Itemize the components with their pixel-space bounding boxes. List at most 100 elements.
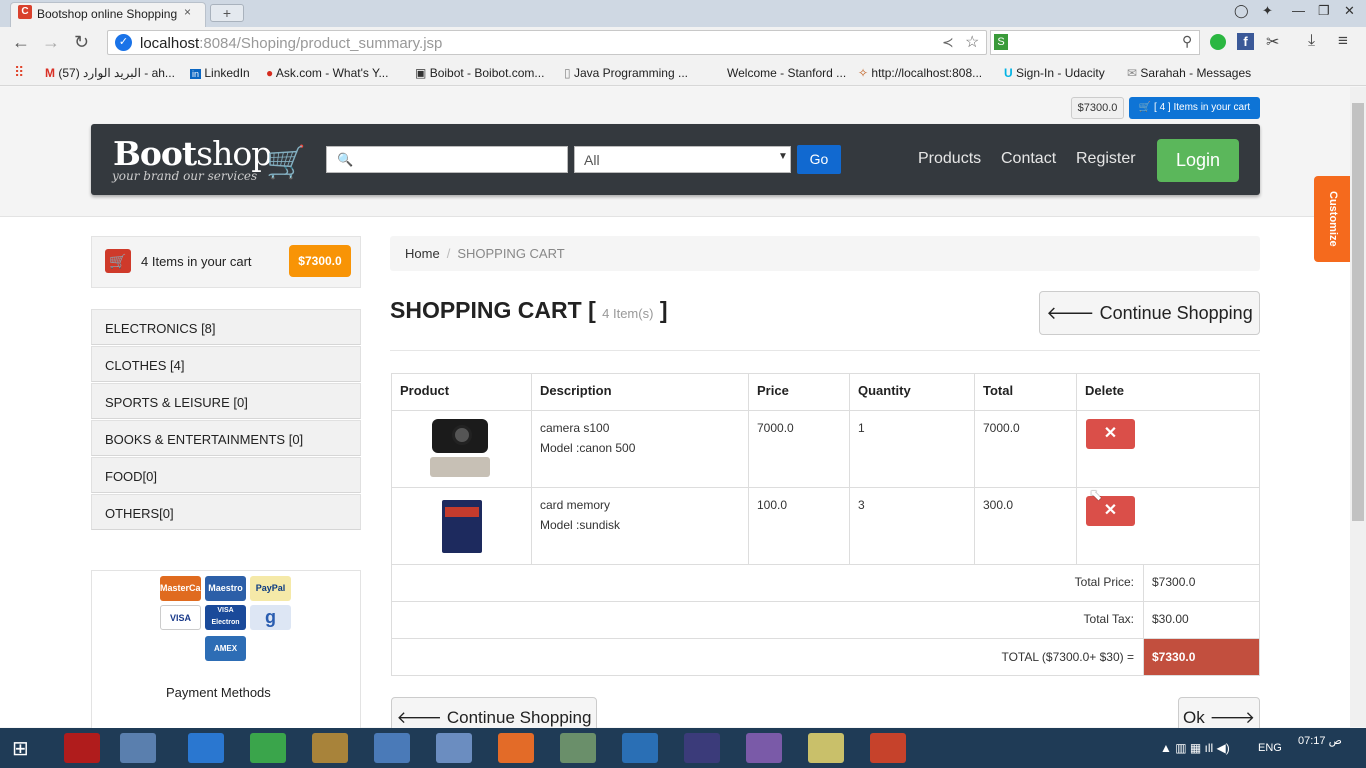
customize-tab[interactable]: Customize bbox=[1314, 176, 1350, 262]
logo-cart-icon: 🛒 bbox=[266, 144, 306, 180]
github-taskbar-icon[interactable] bbox=[746, 733, 782, 763]
paypal-icon: PayPal bbox=[250, 576, 291, 601]
browser-taskbar-icon[interactable] bbox=[120, 733, 156, 763]
divider bbox=[390, 350, 1260, 351]
forward-icon[interactable]: → bbox=[42, 32, 60, 53]
bookmark-boibot[interactable]: ▣ Boibot - Boibot.com... bbox=[415, 66, 544, 80]
row1-quantity[interactable]: 1 bbox=[858, 418, 865, 438]
chrome-taskbar-icon[interactable] bbox=[498, 733, 534, 763]
facebook-icon[interactable]: f bbox=[1237, 33, 1254, 50]
bookmark-linkedin[interactable]: in LinkedIn bbox=[190, 66, 250, 80]
logo[interactable]: Bootshop bbox=[113, 134, 272, 173]
eclipse-taskbar-icon[interactable] bbox=[684, 733, 720, 763]
arrow-left-icon: 🡐 bbox=[396, 708, 443, 727]
col-description: Description bbox=[540, 383, 612, 398]
sidebar-cart-text[interactable]: 4 Items in your cart bbox=[141, 254, 252, 269]
search-icon: 🔍 bbox=[337, 152, 354, 167]
whatsapp-icon[interactable] bbox=[1210, 34, 1226, 50]
visa-electron-icon: VISA Electron bbox=[205, 605, 246, 630]
scrollbar-thumb[interactable] bbox=[1352, 103, 1364, 521]
col-delete: Delete bbox=[1085, 383, 1125, 398]
visa-icon: VISA bbox=[160, 605, 201, 630]
language-indicator[interactable]: ENG bbox=[1258, 742, 1282, 754]
sidebar-item-clothes[interactable]: CLOTHES [4] bbox=[91, 346, 361, 382]
go-button[interactable]: Go bbox=[797, 145, 841, 174]
sidebar-item-books[interactable]: BOOKS & ENTERTAINMENTS [0] bbox=[91, 420, 361, 456]
row2-total: 300.0 bbox=[983, 498, 1014, 512]
delete-button[interactable]: ✕ bbox=[1086, 419, 1135, 449]
breadcrumb: Home / SHOPPING CART bbox=[390, 236, 1260, 271]
bookmark-star-icon[interactable]: ☆ bbox=[965, 32, 979, 52]
nav-products[interactable]: Products bbox=[918, 150, 981, 168]
clock[interactable]: 07:17 ص bbox=[1298, 734, 1342, 748]
share-icon[interactable]: ≺ bbox=[942, 34, 954, 51]
search-input[interactable]: 🔍 bbox=[326, 146, 568, 173]
explorer-taskbar-icon[interactable] bbox=[374, 733, 410, 763]
sidebar-item-electronics[interactable]: ELECTRONICS [8] bbox=[91, 309, 361, 345]
virtualbox-taskbar-icon[interactable] bbox=[436, 733, 472, 763]
nav-contact[interactable]: Contact bbox=[1001, 150, 1056, 168]
folder-taskbar-icon[interactable] bbox=[808, 733, 844, 763]
arrow-left-icon: 🡐 bbox=[1046, 303, 1095, 323]
bookmark-localhost[interactable]: ✧ http://localhost:808... bbox=[858, 66, 982, 80]
system-tray[interactable]: ▲ ▥ ▦ ıll ◀) bbox=[1160, 741, 1230, 755]
apps-icon[interactable]: ⠿ bbox=[14, 64, 24, 81]
row2-quantity[interactable]: 3 bbox=[858, 495, 865, 515]
restore-icon[interactable]: ❐ bbox=[1318, 3, 1330, 19]
close-window-icon[interactable]: ✕ bbox=[1344, 3, 1355, 19]
netbeans-taskbar-icon[interactable] bbox=[622, 733, 658, 763]
app-taskbar-icon[interactable] bbox=[250, 733, 286, 763]
sidebar-item-food[interactable]: FOOD[0] bbox=[91, 457, 361, 493]
app2-taskbar-icon[interactable] bbox=[560, 733, 596, 763]
payment-methods-label: Payment Methods bbox=[166, 685, 271, 700]
tab-title: Bootshop online Shopping bbox=[37, 7, 178, 21]
sublime-taskbar-icon[interactable] bbox=[312, 733, 348, 763]
extension-search-box[interactable] bbox=[990, 30, 1200, 55]
ie-taskbar-icon[interactable] bbox=[188, 733, 224, 763]
continue-shopping-button[interactable]: 🡐 Continue Shopping bbox=[1039, 291, 1260, 335]
col-total: Total bbox=[983, 383, 1014, 398]
search-icon[interactable]: ⚲ bbox=[1182, 33, 1192, 50]
login-button[interactable]: Login bbox=[1157, 139, 1239, 182]
menu-icon[interactable]: ≡ bbox=[1338, 31, 1348, 51]
breadcrumb-home[interactable]: Home bbox=[405, 246, 440, 261]
category-select[interactable]: All bbox=[574, 146, 791, 173]
mastercard-icon: MasterCard bbox=[160, 576, 210, 601]
minimize-icon[interactable]: — bbox=[1292, 3, 1305, 18]
new-tab-button[interactable]: + bbox=[210, 4, 244, 22]
sidebar-item-others[interactable]: OTHERS[0] bbox=[91, 494, 361, 530]
slogan: your brand our services bbox=[112, 169, 258, 183]
extensions-icon[interactable]: ✂ bbox=[1266, 32, 1279, 52]
sidebar-item-sports[interactable]: SPORTS & LEISURE [0] bbox=[91, 383, 361, 419]
bookmark-udacity[interactable]: U Sign-In - Udacity bbox=[1004, 66, 1105, 80]
powerpoint-taskbar-icon[interactable] bbox=[870, 733, 906, 763]
camera-accessories-image bbox=[430, 457, 490, 477]
opera-taskbar-icon[interactable] bbox=[64, 733, 100, 763]
address-bar[interactable]: localhost:8084/Shoping/product_summary.j… bbox=[107, 30, 987, 55]
tab-close-icon[interactable]: × bbox=[184, 5, 191, 19]
header-cart-button[interactable]: 🛒 [ 4 ] Items in your cart bbox=[1129, 97, 1260, 119]
back-icon[interactable]: ← bbox=[12, 32, 30, 53]
bookmark-stanford[interactable]: Welcome - Stanford ... bbox=[727, 66, 846, 80]
grand-total-value: $7330.0 bbox=[1144, 639, 1259, 675]
grand-total-label: TOTAL ($7300.0+ $30) = bbox=[1001, 650, 1134, 664]
row1-description: camera s100 Model :canon 500 bbox=[540, 421, 636, 455]
total-price-label: Total Price: bbox=[1074, 575, 1134, 589]
bookmark-sarahah[interactable]: ✉ Sarahah - Messages bbox=[1127, 66, 1251, 80]
total-price-value: $7300.0 bbox=[1152, 575, 1196, 589]
bookmark-ask[interactable]: ● Ask.com - What's Y... bbox=[266, 66, 388, 80]
download-icon[interactable]: ⤓ bbox=[1308, 32, 1315, 50]
profile-icon[interactable]: ◯ bbox=[1234, 3, 1249, 19]
header-price-badge[interactable]: $7300.0 bbox=[1071, 97, 1124, 119]
tab-favicon-icon: C bbox=[18, 5, 32, 19]
browser-tab[interactable]: Bootshop online Shopping bbox=[10, 2, 206, 27]
extension-s-icon[interactable]: S bbox=[994, 34, 1008, 50]
windows-start-icon[interactable]: ⊞ bbox=[12, 736, 29, 761]
pin-icon[interactable]: ✦ bbox=[1262, 3, 1273, 19]
site-info-icon[interactable]: ✓ bbox=[115, 34, 132, 51]
maestro-icon: Maestro bbox=[205, 576, 246, 601]
bookmark-gmail[interactable]: M البريد الوارد (57) - ah... bbox=[45, 66, 175, 80]
nav-register[interactable]: Register bbox=[1076, 150, 1136, 168]
reload-icon[interactable]: ↻ bbox=[74, 32, 89, 53]
bookmark-java[interactable]: ▯ Java Programming ... bbox=[564, 66, 688, 80]
